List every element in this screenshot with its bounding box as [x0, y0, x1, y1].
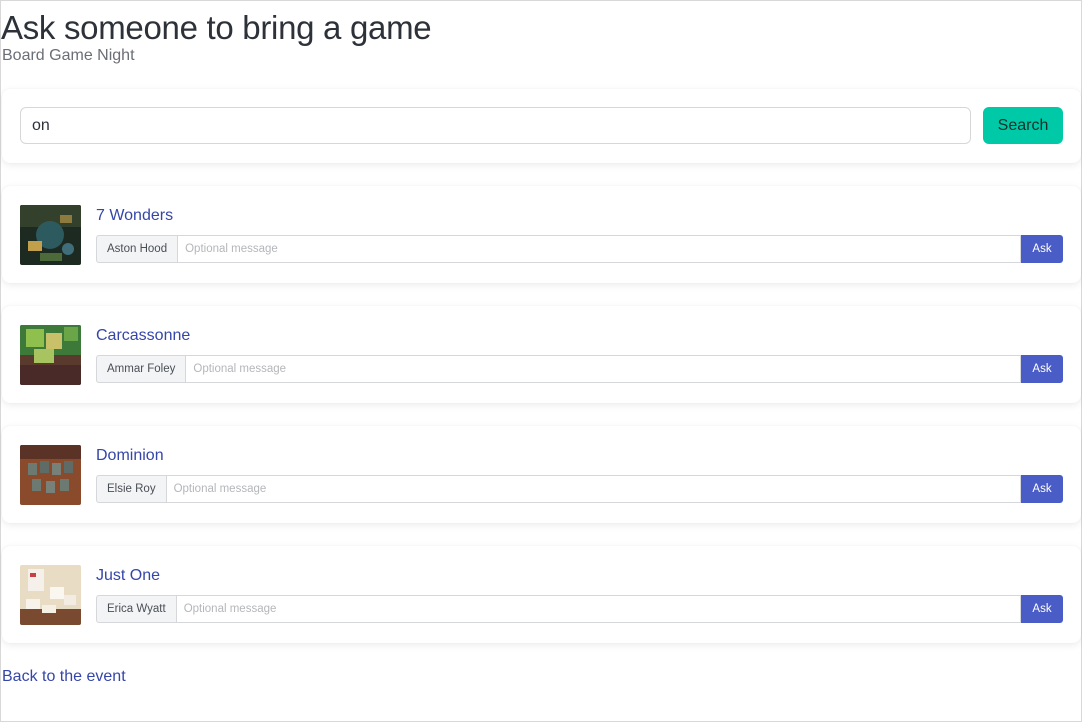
game-thumbnail — [20, 565, 81, 625]
event-subtitle: Board Game Night — [2, 47, 135, 64]
optional-message-input[interactable] — [175, 595, 1021, 623]
game-thumbnail — [20, 205, 81, 265]
search-input[interactable] — [20, 107, 971, 144]
optional-message-input[interactable] — [185, 355, 1021, 383]
ask-button[interactable]: Ask — [1021, 355, 1063, 383]
ask-form: Ammar Foley Ask — [96, 355, 1063, 383]
ask-button[interactable]: Ask — [1021, 595, 1063, 623]
person-select[interactable]: Aston Hood — [96, 235, 178, 263]
optional-message-input[interactable] — [165, 475, 1021, 503]
ask-button[interactable]: Ask — [1021, 475, 1063, 503]
game-card-7-wonders: 7 Wonders Aston Hood Ask — [2, 186, 1081, 283]
game-thumbnail — [20, 445, 81, 505]
back-to-event-link[interactable]: Back to the event — [2, 668, 126, 686]
ask-form: Elsie Roy Ask — [96, 475, 1063, 503]
ask-form: Erica Wyatt Ask — [96, 595, 1063, 623]
ask-form: Aston Hood Ask — [96, 235, 1063, 263]
search-button[interactable]: Search — [983, 107, 1063, 144]
game-title-link[interactable]: Carcassonne — [96, 327, 190, 345]
optional-message-input[interactable] — [177, 235, 1021, 263]
game-title-link[interactable]: Just One — [96, 567, 160, 585]
game-card-just-one: Just One Erica Wyatt Ask — [2, 546, 1081, 643]
game-thumbnail — [20, 325, 81, 385]
ask-button[interactable]: Ask — [1021, 235, 1063, 263]
page-title: Ask someone to bring a game — [1, 9, 432, 46]
person-select[interactable]: Elsie Roy — [96, 475, 166, 503]
game-title-link[interactable]: 7 Wonders — [96, 207, 173, 225]
game-card-carcassonne: Carcassonne Ammar Foley Ask — [2, 306, 1081, 403]
person-select[interactable]: Ammar Foley — [96, 355, 186, 383]
search-card: Search — [2, 89, 1081, 163]
game-title-link[interactable]: Dominion — [96, 447, 164, 465]
game-card-dominion: Dominion Elsie Roy Ask — [2, 426, 1081, 523]
person-select[interactable]: Erica Wyatt — [96, 595, 176, 623]
